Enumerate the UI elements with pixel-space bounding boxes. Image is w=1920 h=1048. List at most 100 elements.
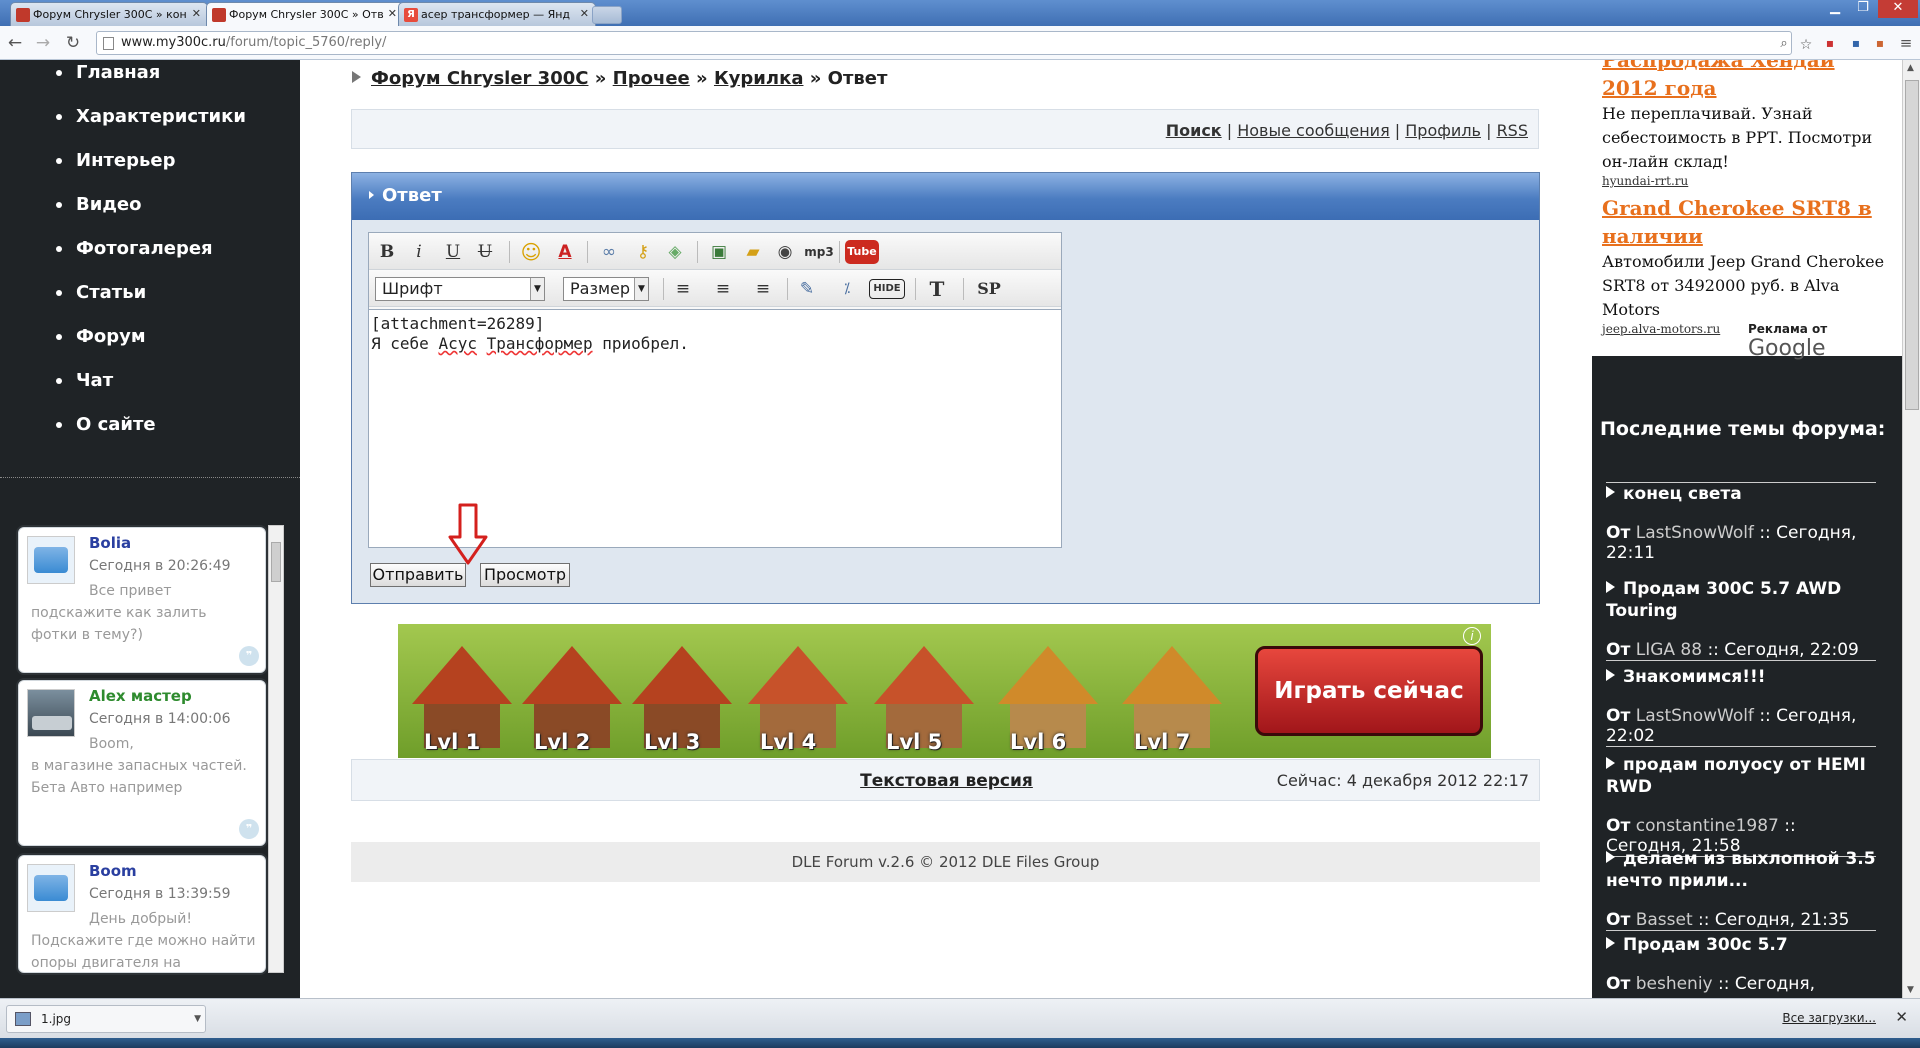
new-posts-link[interactable]: Новые сообщения — [1237, 121, 1389, 140]
tab-close-icon[interactable]: ✕ — [192, 7, 201, 20]
spoiler-icon[interactable]: SP — [973, 277, 1005, 301]
search-link[interactable]: Поиск — [1166, 121, 1222, 140]
download-item[interactable]: 1.jpg ▼ — [6, 1005, 206, 1033]
bold-icon[interactable]: B — [375, 240, 399, 264]
scroll-down-icon[interactable]: ▼ — [1907, 985, 1914, 995]
topic-title[interactable]: Знакомимся!!! — [1623, 667, 1765, 687]
page-scrollbar[interactable]: ▲ ▼ — [1902, 60, 1920, 998]
reply-quote-icon[interactable]: ❞ — [239, 819, 259, 839]
back-icon[interactable]: ← — [4, 33, 26, 53]
topic-title[interactable]: Продам 300с 5.7 — [1623, 935, 1788, 955]
menu-item-articles[interactable]: Статьи — [56, 280, 246, 324]
youtube-icon[interactable]: Tube — [845, 240, 879, 264]
mp3-icon[interactable]: mp3 — [803, 240, 835, 264]
menu-item-chat[interactable]: Чат — [56, 368, 246, 412]
avatar[interactable] — [27, 689, 75, 737]
breadcrumb-forum[interactable]: Форум Chrysler 300C — [371, 68, 588, 89]
scroll-up-icon[interactable]: ▲ — [1907, 63, 1914, 73]
breadcrumb-smoking-room[interactable]: Курилка — [714, 68, 804, 89]
chat-author[interactable]: Alex мастер — [89, 687, 192, 705]
ad-info-icon[interactable]: i — [1463, 627, 1481, 645]
game-ad-banner[interactable]: Lvl 1 Lvl 2 Lvl 3 Lvl 4 Lvl 5 Lvl 6 Lvl … — [398, 624, 1491, 758]
folder-icon[interactable]: ▰ — [741, 240, 765, 264]
size-select[interactable]: Размер ▼ — [563, 277, 649, 301]
latest-topic[interactable]: делаем из выхлопной 3.5 нечто прили... О… — [1606, 848, 1876, 931]
chat-author[interactable]: Boom — [89, 862, 137, 880]
topic-author[interactable]: constantine1987 — [1636, 816, 1779, 836]
address-bar[interactable]: www.my300c.ru/forum/topic_5760/reply/ — [96, 31, 1792, 55]
bookmark-star-icon[interactable]: ☆ — [1796, 35, 1816, 55]
tab-close-icon[interactable]: ✕ — [388, 7, 397, 20]
scroll-thumb[interactable] — [1905, 80, 1919, 410]
browser-tab-2[interactable]: Форум Chrysler 300C » Отв ✕ — [206, 2, 404, 26]
menu-item-interior[interactable]: Интерьер — [56, 148, 246, 192]
close-icon[interactable]: ✕ — [1895, 1008, 1908, 1026]
scroll-thumb[interactable] — [271, 542, 281, 582]
forward-icon[interactable]: → — [32, 33, 54, 53]
ad-title[interactable]: Grand Cherokee SRT8 в наличии — [1602, 194, 1892, 250]
browser-tab-1[interactable]: Форум Chrysler 300C » кон ✕ — [10, 2, 208, 26]
strikethrough-icon[interactable]: U — [473, 240, 497, 264]
latest-topic[interactable]: Знакомимся!!! От LastSnowWolf :: Сегодня… — [1606, 666, 1876, 747]
text-color-icon[interactable]: A — [553, 240, 577, 264]
maximize-icon[interactable]: ❐ — [1850, 0, 1876, 18]
avatar[interactable] — [27, 864, 75, 912]
avatar[interactable] — [27, 536, 75, 584]
reply-quote-icon[interactable]: ❞ — [239, 646, 259, 666]
reload-icon[interactable]: ↻ — [62, 33, 84, 53]
submit-button[interactable]: Отправить — [370, 563, 466, 587]
latest-topic[interactable]: продам полуосу от HEMI RWD От constantin… — [1606, 754, 1876, 857]
topic-author[interactable]: Basset — [1636, 910, 1693, 930]
menu-item-video[interactable]: Видео — [56, 192, 246, 236]
code-icon[interactable]: ⁒ — [835, 277, 859, 301]
minimize-icon[interactable]: ▁ — [1822, 0, 1848, 18]
email-icon[interactable]: ◈ — [663, 240, 687, 264]
lock-key-icon[interactable]: ⚷ — [631, 240, 655, 264]
typography-icon[interactable]: T — [925, 277, 949, 301]
preview-button[interactable]: Просмотр — [480, 563, 570, 587]
menu-item-home[interactable]: Главная — [56, 60, 246, 104]
extension-download-icon[interactable]: ▪ — [1870, 33, 1890, 53]
extension-flag-icon[interactable]: ▪ — [1820, 33, 1840, 53]
smiley-icon[interactable]: ☺ — [519, 240, 543, 264]
play-now-button[interactable]: Играть сейчас — [1255, 646, 1483, 736]
align-right-icon[interactable]: ≡ — [751, 277, 775, 301]
menu-wrench-icon[interactable]: ≡ — [1896, 33, 1916, 53]
browser-tab-3[interactable]: Я асер трансформер — Янд ✕ — [398, 2, 596, 26]
ad-url[interactable]: jeep.alva-motors.ru — [1602, 322, 1720, 336]
profile-link[interactable]: Профиль — [1405, 121, 1481, 140]
zoom-icon[interactable]: ⌕ — [1774, 34, 1794, 54]
image-icon[interactable]: ▣ — [707, 240, 731, 264]
ad-url[interactable]: hyundai-rrt.ru — [1602, 174, 1688, 188]
new-tab-button[interactable] — [592, 6, 622, 24]
font-select[interactable]: Шрифт ▼ — [375, 277, 545, 301]
breadcrumb-misc[interactable]: Прочее — [613, 68, 690, 89]
italic-icon[interactable]: i — [407, 240, 431, 264]
topic-author[interactable]: LastSnowWolf — [1636, 523, 1754, 543]
latest-topic[interactable]: конец света От LastSnowWolf :: Сегодня, … — [1606, 482, 1876, 563]
topic-title[interactable]: Продам 300С 5.7 AWD Touring — [1606, 579, 1841, 621]
menu-item-gallery[interactable]: Фотогалерея — [56, 236, 246, 280]
topic-title[interactable]: продам полуосу от HEMI RWD — [1606, 755, 1866, 797]
chat-author[interactable]: Bolia — [89, 534, 131, 552]
underline-icon[interactable]: U — [441, 240, 465, 264]
menu-item-forum[interactable]: Форум — [56, 324, 246, 368]
align-left-icon[interactable]: ≡ — [671, 277, 695, 301]
link-icon[interactable]: ∞ — [597, 240, 621, 264]
edit-pencil-icon[interactable]: ✎ — [795, 277, 819, 301]
menu-item-specs[interactable]: Характеристики — [56, 104, 246, 148]
rss-link[interactable]: RSS — [1497, 121, 1528, 140]
ad-title[interactable]: Распродажа Хендай 2012 года — [1602, 60, 1892, 102]
chat-scrollbar[interactable] — [268, 525, 284, 973]
topic-author[interactable]: besheniy — [1636, 974, 1713, 994]
window-close-icon[interactable]: ✕ — [1878, 0, 1918, 18]
all-downloads-link[interactable]: Все загрузки... — [1782, 1011, 1876, 1025]
menu-item-about[interactable]: О сайте — [56, 412, 246, 456]
topic-title[interactable]: конец света — [1623, 484, 1742, 504]
topic-author[interactable]: LIGA 88 — [1636, 640, 1702, 660]
media-player-icon[interactable]: ◉ — [773, 240, 797, 264]
chevron-down-icon[interactable]: ▼ — [194, 1006, 201, 1032]
topic-title[interactable]: делаем из выхлопной 3.5 нечто прили... — [1606, 849, 1876, 891]
ads-by-label[interactable]: Реклама от Google — [1748, 322, 1902, 361]
tab-close-icon[interactable]: ✕ — [580, 7, 589, 20]
